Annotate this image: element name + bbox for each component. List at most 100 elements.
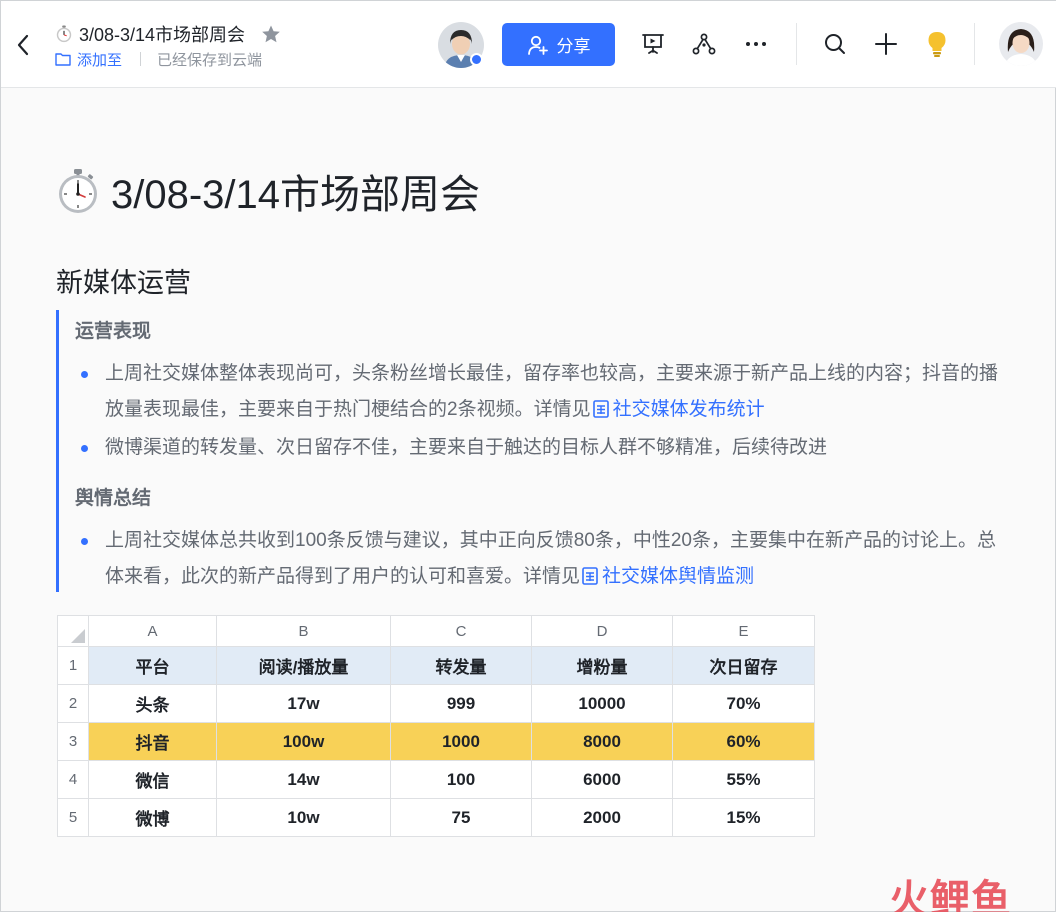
table-row: 4 微信 14w 100 6000 55% <box>57 760 815 799</box>
table-cell[interactable]: 10000 <box>531 684 673 723</box>
add-user-icon <box>527 35 548 55</box>
row-header[interactable]: 1 <box>57 646 89 685</box>
star-icon <box>262 25 280 43</box>
list-item[interactable]: 微博渠道的转发量、次日留存不佳，主要来自于触达的目标人群不够精准，后续待改进 <box>105 430 1000 466</box>
sheet-icon <box>592 400 609 418</box>
table-cell[interactable]: 微博 <box>88 798 217 837</box>
table-cell[interactable]: 抖音 <box>88 722 217 761</box>
doc-link-label: 社交媒体舆情监测 <box>602 566 755 587</box>
list-item-text: 上周社交媒体总共收到100条反馈与建议，其中正向反馈80条，中性20条，主要集中… <box>105 530 996 587</box>
search-icon <box>825 34 845 54</box>
plus-icon <box>875 33 897 55</box>
column-header-row: A B C D E <box>57 615 815 647</box>
table-cell[interactable]: 2000 <box>531 798 673 837</box>
sheet-icon <box>582 567 598 585</box>
table-cell[interactable]: 60% <box>672 722 815 761</box>
back-button[interactable] <box>11 29 35 61</box>
doc-link[interactable]: 社交媒体发布统计 <box>591 399 765 420</box>
table-cell[interactable]: 1000 <box>390 722 532 761</box>
select-all-corner[interactable] <box>57 615 89 647</box>
doc-meta-row: 添加至 已经保存到云端 <box>55 49 262 69</box>
table-row-highlighted: 3 抖音 100w 1000 8000 60% <box>57 722 815 761</box>
doc-title[interactable]: 3/08-3/14市场部周会 <box>79 21 245 47</box>
section-heading[interactable]: 新媒体运营 <box>56 261 191 300</box>
doc-title-row: 3/08-3/14市场部周会 <box>55 21 281 47</box>
tips-button[interactable] <box>923 30 951 58</box>
bullet-dot <box>81 445 88 452</box>
table-cell[interactable]: 平台 <box>88 646 217 685</box>
watermark-logo: 火鲤鱼 <box>889 878 1012 912</box>
table-cell[interactable]: 100w <box>216 722 391 761</box>
row-header[interactable]: 2 <box>57 684 89 723</box>
more-icon <box>746 42 766 46</box>
table-header-row: 1 平台 阅读/播放量 转发量 增粉量 次日留存 <box>57 646 815 685</box>
doc-link-label: 社交媒体发布统计 <box>612 399 765 420</box>
row-header[interactable]: 4 <box>57 760 89 799</box>
column-header-d[interactable]: D <box>531 615 673 647</box>
share-button[interactable]: 分享 <box>502 23 615 66</box>
table-cell[interactable]: 转发量 <box>390 646 532 685</box>
online-status-dot <box>470 53 483 66</box>
user-avatar[interactable] <box>999 22 1043 66</box>
column-header-c[interactable]: C <box>390 615 532 647</box>
stopwatch-icon <box>56 25 72 43</box>
row-header[interactable]: 3 <box>57 722 89 761</box>
subsection-heading[interactable]: 运营表现 <box>75 316 151 343</box>
doc-link[interactable]: 社交媒体舆情监测 <box>580 566 754 587</box>
list-item-text: 上周社交媒体整体表现尚可，头条粉丝增长最佳，留存率也较高，主要来源于新产品上线的… <box>105 363 999 420</box>
subsection-heading[interactable]: 舆情总结 <box>75 483 151 510</box>
table-row: 2 头条 17w 999 10000 70% <box>57 684 815 723</box>
table-cell[interactable]: 8000 <box>531 722 673 761</box>
table-cell[interactable]: 75 <box>390 798 532 837</box>
table-cell[interactable]: 55% <box>672 760 815 799</box>
table-cell[interactable]: 10w <box>216 798 391 837</box>
top-bar: 3/08-3/14市场部周会 添加至 已经保存到云端 分享 <box>1 1 1056 88</box>
table-cell[interactable]: 次日留存 <box>672 646 815 685</box>
new-button[interactable] <box>872 30 900 58</box>
table-cell[interactable]: 17w <box>216 684 391 723</box>
folder-icon <box>55 53 71 66</box>
add-to-label: 添加至 <box>77 51 123 69</box>
table-cell[interactable]: 阅读/播放量 <box>216 646 391 685</box>
embedded-sheet[interactable]: A B C D E 1 平台 阅读/播放量 转发量 增粉量 次日留存 2 头条 … <box>57 615 815 837</box>
toolbar-divider <box>796 23 797 65</box>
app-window: 3/08-3/14市场部周会 添加至 已经保存到云端 分享 3/08-3/14市… <box>0 0 1056 912</box>
table-cell[interactable]: 微信 <box>88 760 217 799</box>
list-item[interactable]: 上周社交媒体整体表现尚可，头条粉丝增长最佳，留存率也较高，主要来源于新产品上线的… <box>105 356 1000 428</box>
table-cell[interactable]: 15% <box>672 798 815 837</box>
quote-bar <box>56 310 59 592</box>
table-cell[interactable]: 增粉量 <box>531 646 673 685</box>
column-header-e[interactable]: E <box>672 615 815 647</box>
bullet-dot <box>81 538 88 545</box>
present-button[interactable] <box>639 30 667 58</box>
present-icon <box>642 34 664 54</box>
share-graph-icon <box>692 33 716 55</box>
mindmap-button[interactable] <box>690 30 718 58</box>
toolbar-divider-2 <box>974 23 975 65</box>
search-button[interactable] <box>821 30 849 58</box>
page-title: 3/08-3/14市场部周会 <box>57 163 480 219</box>
list-item[interactable]: 上周社交媒体总共收到100条反馈与建议，其中正向反馈80条，中性20条，主要集中… <box>105 523 1000 595</box>
document-title[interactable]: 3/08-3/14市场部周会 <box>111 162 480 220</box>
table-cell[interactable]: 70% <box>672 684 815 723</box>
stopwatch-icon <box>59 169 97 213</box>
table-row: 5 微博 10w 75 2000 15% <box>57 798 815 837</box>
save-status: 已经保存到云端 <box>157 51 263 69</box>
table-cell[interactable]: 999 <box>390 684 532 723</box>
more-button[interactable] <box>742 30 770 58</box>
row-header[interactable]: 5 <box>57 798 89 837</box>
list-item-text: 微博渠道的转发量、次日留存不佳，主要来自于触达的目标人群不够精准，后续待改进 <box>105 437 828 458</box>
table-cell[interactable]: 头条 <box>88 684 217 723</box>
bullet-dot <box>81 371 88 378</box>
column-header-b[interactable]: B <box>216 615 391 647</box>
table-cell[interactable]: 100 <box>390 760 532 799</box>
meta-divider <box>140 52 142 66</box>
star-button[interactable] <box>261 24 281 44</box>
add-to-button[interactable]: 添加至 <box>55 49 122 70</box>
back-icon <box>17 34 29 56</box>
share-label: 分享 <box>556 37 591 56</box>
lightbulb-icon <box>928 32 946 57</box>
table-cell[interactable]: 6000 <box>531 760 673 799</box>
table-cell[interactable]: 14w <box>216 760 391 799</box>
column-header-a[interactable]: A <box>88 615 217 647</box>
